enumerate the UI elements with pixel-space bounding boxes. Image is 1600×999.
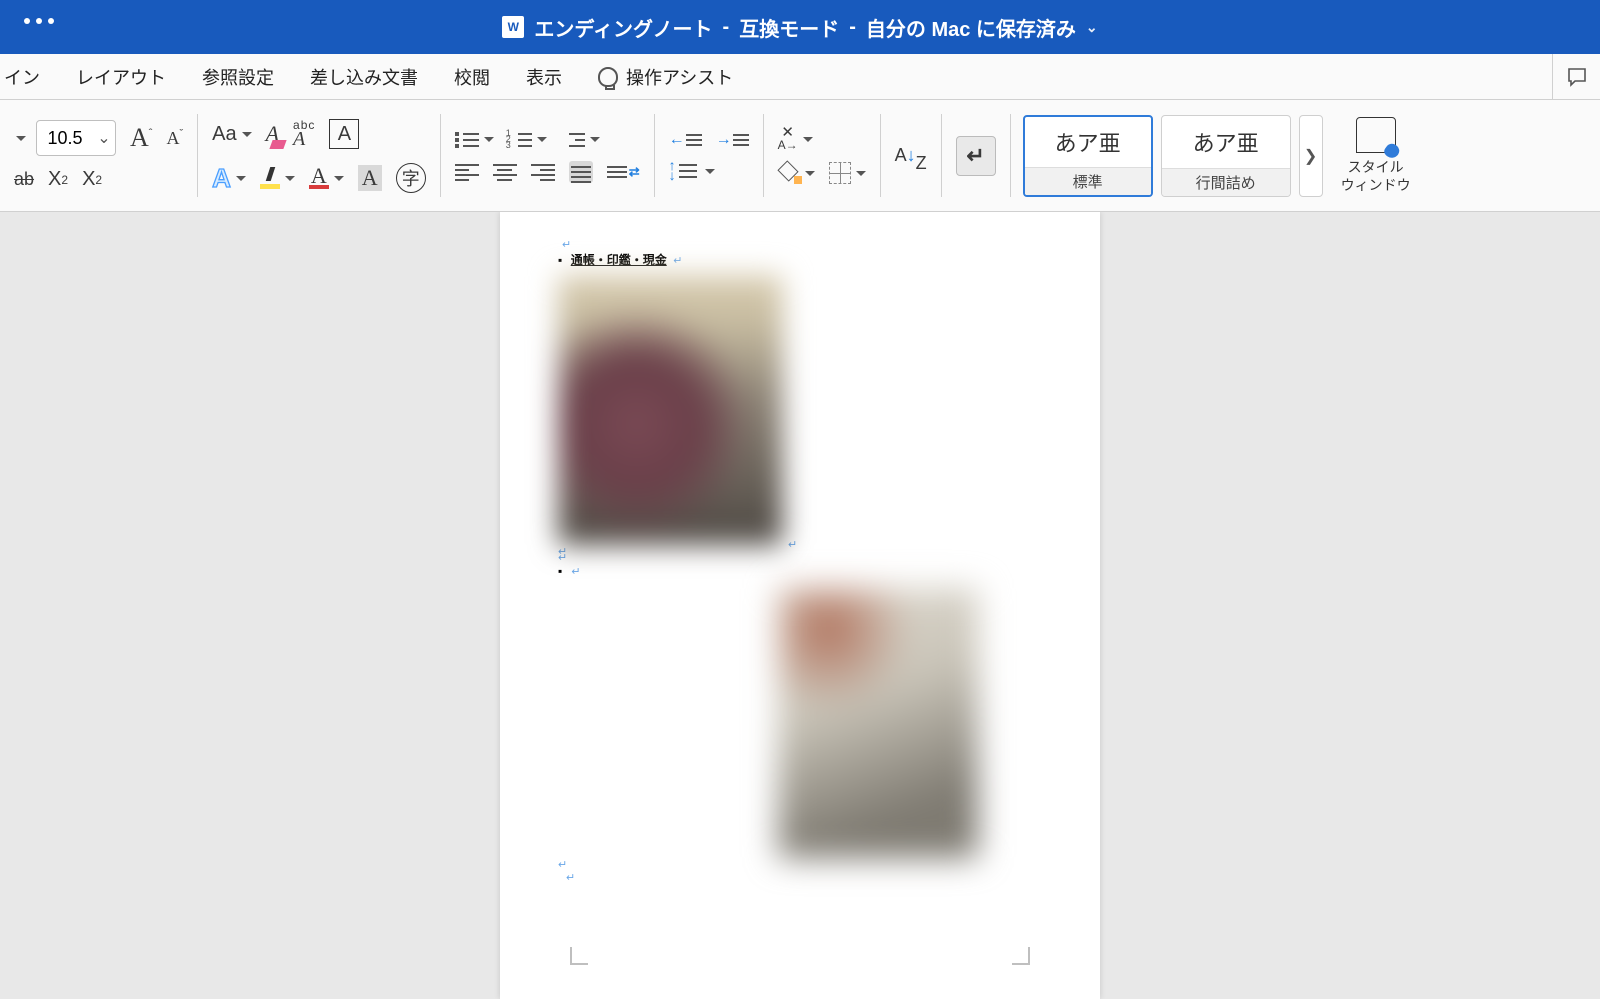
grow-font-button[interactable]: Aˆ	[130, 123, 152, 153]
shrink-font-button[interactable]: Aˇ	[166, 128, 183, 149]
line-spacing-button[interactable]: ↑↓	[669, 161, 715, 181]
more-icon[interactable]	[24, 18, 54, 24]
tell-me-label: 操作アシスト	[626, 64, 733, 90]
paragraph-mark-icon: ↵	[571, 566, 580, 578]
embedded-image-1[interactable]	[558, 275, 783, 545]
font-family-dropdown[interactable]	[14, 133, 22, 143]
increase-indent-button[interactable]: →	[716, 131, 749, 149]
styles-pane-icon	[1356, 117, 1396, 153]
styles-pane-button[interactable]: スタイル ウィンドウ	[1331, 117, 1421, 194]
embedded-image-2[interactable]	[778, 588, 978, 858]
tab-review[interactable]: 校閲	[454, 64, 490, 90]
strikethrough-button[interactable]: ab	[14, 169, 34, 190]
styles-pane-label-2: ウィンドウ	[1341, 177, 1411, 193]
bullet-icon: ▪	[558, 253, 562, 267]
font-size-input[interactable]	[37, 128, 93, 149]
enclose-characters-button[interactable]: 字	[396, 163, 426, 193]
multilevel-list-button[interactable]	[561, 129, 600, 149]
document-title[interactable]: W エンディングノート - 互換モード - 自分の Mac に保存済み ⌄	[502, 13, 1097, 42]
save-state: 自分の Mac に保存済み	[866, 13, 1076, 42]
superscript-button[interactable]: X2	[82, 168, 102, 191]
style-preview: あア亜	[1025, 117, 1151, 167]
tab-view[interactable]: 表示	[526, 64, 562, 90]
comment-icon	[1565, 65, 1589, 89]
chevron-down-icon[interactable]: ⌄	[1086, 19, 1098, 36]
subscript-button[interactable]: X2	[48, 168, 68, 191]
character-border-button[interactable]: A	[329, 119, 359, 149]
clear-formatting-button[interactable]: A	[266, 121, 279, 147]
paragraph-mark-icon: ↵	[673, 255, 682, 267]
numbering-button[interactable]	[508, 129, 547, 149]
font-size-combo[interactable]: ⌄	[36, 120, 116, 156]
bullet-icon: ▪	[558, 564, 562, 578]
style-label: 行間詰め	[1162, 168, 1290, 196]
bullets-button[interactable]	[455, 129, 494, 149]
paragraph-group: ⇄	[441, 100, 654, 211]
sort-group: A↓Z	[881, 100, 941, 211]
page[interactable]: ↵ ▪ 通帳・印鑑・現金 ↵ ↵ ↵ ↵ ▪ ↵ ↵ ↵	[500, 212, 1100, 999]
phonetic-guide-button[interactable]: abcA	[293, 118, 315, 151]
comments-button[interactable]	[1552, 54, 1600, 100]
chevron-down-icon[interactable]: ⌄	[93, 128, 115, 148]
align-right-button[interactable]	[531, 161, 555, 183]
paragraph-mark-icon: ↵	[558, 551, 1030, 564]
change-case-button[interactable]: Aa	[212, 123, 251, 146]
borders-button[interactable]	[829, 162, 866, 184]
filename: エンディングノート	[534, 13, 712, 42]
document-area[interactable]: ↵ ▪ 通帳・印鑑・現金 ↵ ↵ ↵ ↵ ▪ ↵ ↵ ↵	[0, 212, 1600, 999]
style-no-spacing[interactable]: あア亜 行間詰め	[1161, 115, 1291, 197]
justify-button[interactable]	[569, 161, 593, 183]
heading-line[interactable]: ▪ 通帳・印鑑・現金 ↵	[558, 251, 1030, 269]
word-doc-icon: W	[502, 16, 524, 38]
styles-gallery: あア亜 標準 あア亜 行間詰め ❯ スタイル ウィンドウ	[1011, 100, 1433, 211]
compat-mode: 互換モード	[739, 13, 839, 42]
distributed-button[interactable]: ⇄	[607, 163, 640, 181]
style-normal[interactable]: あア亜 標準	[1023, 115, 1153, 197]
styles-pane-label-1: スタイル	[1348, 159, 1404, 175]
asian-layout-button[interactable]: ✕A→	[778, 127, 813, 150]
highlight-button[interactable]	[260, 167, 295, 189]
text-effects-button[interactable]: A	[212, 163, 246, 194]
align-center-button[interactable]	[493, 161, 517, 183]
indent-group: ← → ↑↓	[655, 100, 763, 211]
tab-0[interactable]: イン	[4, 64, 40, 90]
font-color-button[interactable]: A	[309, 167, 344, 189]
paragraph-mark-icon: ↵	[566, 871, 1030, 884]
paragraph-mark-icon: ↵	[788, 538, 1030, 551]
title-bar: W エンディングノート - 互換モード - 自分の Mac に保存済み ⌄	[0, 0, 1600, 54]
paragraph-mark-icon: ↵	[562, 238, 1030, 251]
tab-mailings[interactable]: 差し込み文書	[310, 64, 418, 90]
character-shading-button[interactable]: A	[358, 165, 382, 191]
paragraph-marks-group: ↵	[942, 100, 1010, 211]
paragraph-mark-icon: ↵	[558, 858, 1030, 871]
sort-button[interactable]: A↓Z	[895, 141, 927, 170]
text-direction-group: ✕A→	[764, 100, 880, 211]
style-label: 標準	[1025, 167, 1151, 195]
font-effects-group: Aa A abcA A A A A 字	[198, 100, 440, 211]
tab-layout[interactable]: レイアウト	[76, 64, 166, 90]
font-group: ⌄ Aˆ Aˇ ab X2 X2	[0, 100, 197, 211]
bullet-line[interactable]: ▪ ↵	[558, 564, 1030, 578]
tab-references[interactable]: 参照設定	[202, 64, 274, 90]
style-preview: あア亜	[1162, 116, 1290, 168]
lightbulb-icon	[598, 67, 618, 87]
heading-text: 通帳・印鑑・現金	[571, 253, 667, 267]
show-paragraph-marks-button[interactable]: ↵	[956, 136, 996, 176]
ribbon: ⌄ Aˆ Aˇ ab X2 X2 Aa A abcA A A A	[0, 100, 1600, 212]
margin-corner-icon	[570, 947, 588, 965]
styles-more-button[interactable]: ❯	[1299, 115, 1323, 197]
align-left-button[interactable]	[455, 161, 479, 183]
tell-me[interactable]: 操作アシスト	[598, 64, 733, 90]
decrease-indent-button[interactable]: ←	[669, 131, 702, 149]
shading-button[interactable]	[778, 162, 815, 184]
ribbon-tabs: イン レイアウト 参照設定 差し込み文書 校閲 表示 操作アシスト	[0, 54, 1600, 100]
margin-corner-icon	[1012, 947, 1030, 965]
